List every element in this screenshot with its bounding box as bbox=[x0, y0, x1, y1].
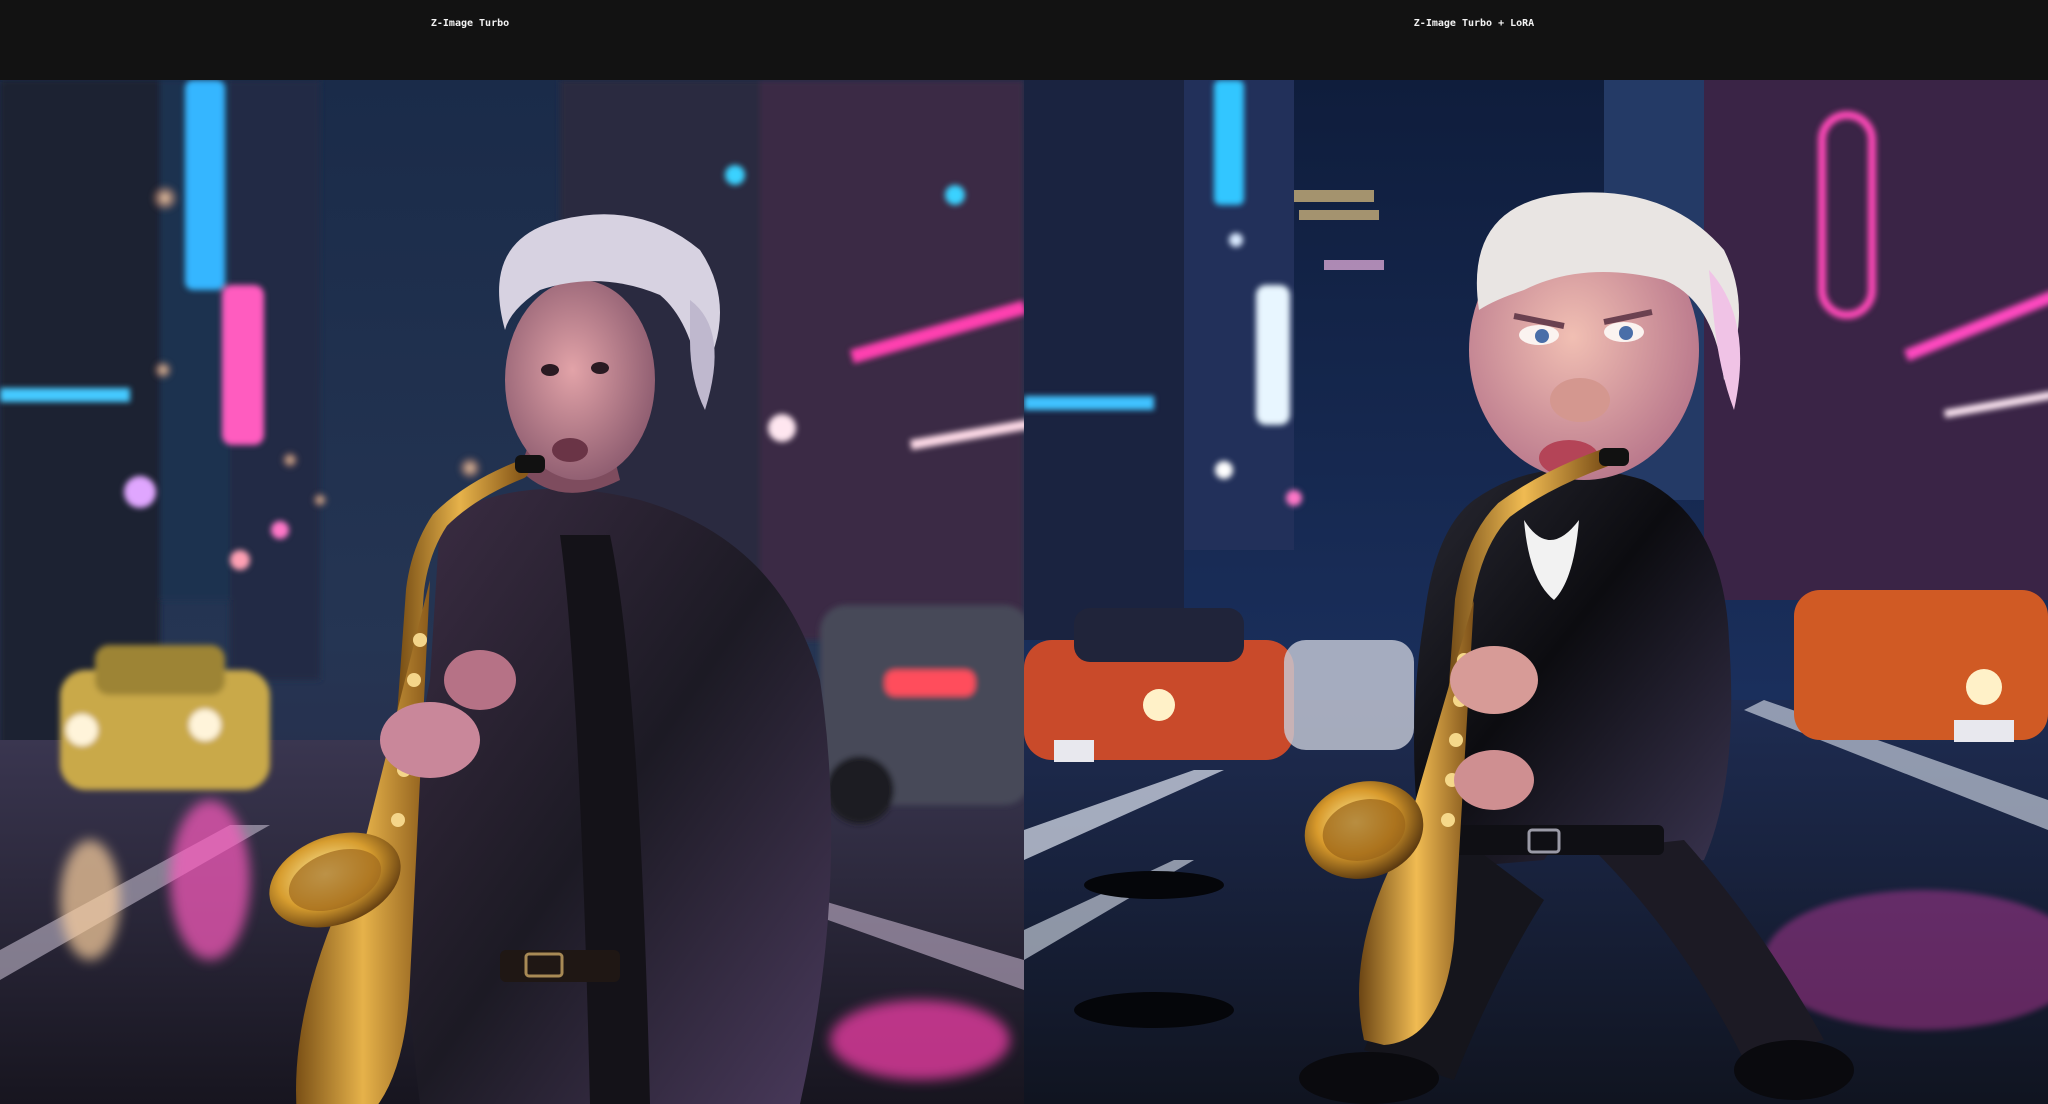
right-comparison-image bbox=[1024, 80, 2048, 1104]
comparison-header: Z-Image Turbo Z-Image Turbo + LoRA bbox=[0, 0, 2048, 80]
left-image-label: Z-Image Turbo bbox=[430, 18, 510, 29]
left-comparison-image bbox=[0, 80, 1024, 1104]
caricature-saxophonist-scene bbox=[1024, 80, 2048, 1104]
photoreal-saxophonist-scene bbox=[0, 80, 1024, 1104]
right-image-label: Z-Image Turbo + LoRA bbox=[1413, 18, 1535, 29]
